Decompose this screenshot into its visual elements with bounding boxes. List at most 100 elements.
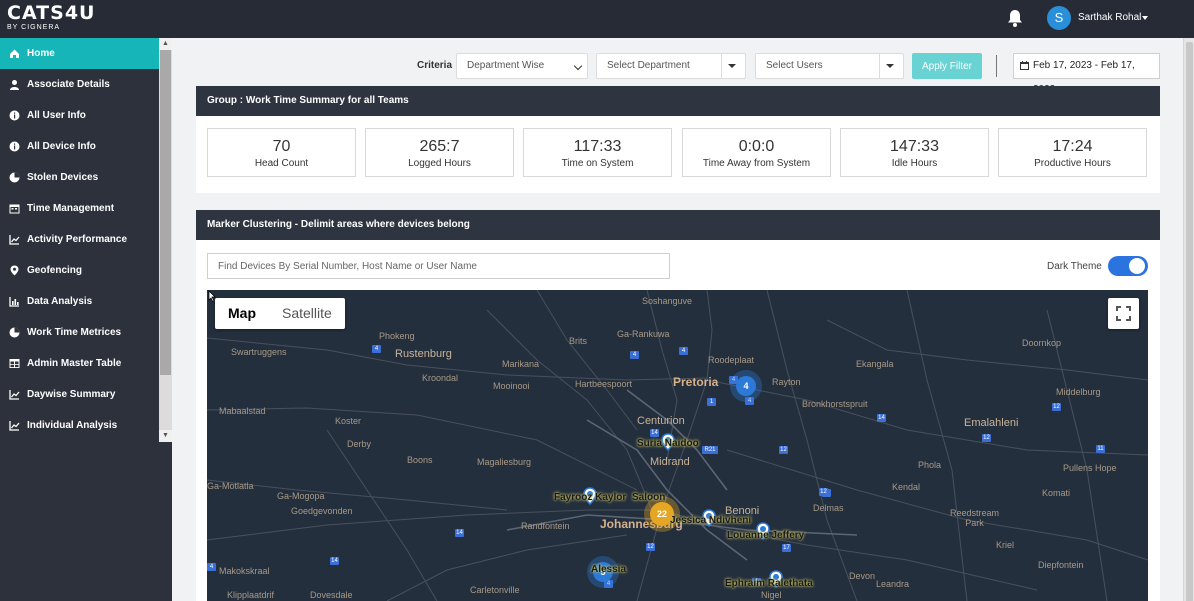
road-shield: R21 [702,446,718,454]
road-shield: 1 [707,398,716,406]
sidebar-item-all-device-info[interactable]: All Device Info [0,131,159,162]
road-shield: 14 [650,429,659,437]
map-place-label: Ga-Rankuwa [617,329,670,339]
chevron-down-icon[interactable] [1142,16,1148,20]
scroll-up-icon[interactable]: ▲ [159,38,172,50]
map-place-label: Nigel [761,590,782,600]
sidebar-item-home[interactable]: Home [0,38,159,69]
sidebar-item-label: Home [27,48,55,59]
marker-label: Fayrooz Kaylor [554,492,627,503]
map-place-label: Emalahleni [964,417,1019,429]
map-place-label: Diepfontein [1038,560,1084,570]
road-shield: 14 [330,557,339,565]
sidebar-item-work-time-metrices[interactable]: Work Time Metrices [0,317,159,348]
map-place-label: Kriel [996,540,1015,550]
stat-value: 70 [272,138,291,155]
marker-label: Alessia [591,564,627,575]
stat-label: Time Away from System [702,158,811,169]
fullscreen-icon [1116,306,1131,321]
stat-value: 117:33 [573,138,622,155]
map-place-label: Kendal [892,482,921,492]
divider [996,55,997,77]
sidebar-item-data-analysis[interactable]: Data Analysis [0,286,159,317]
sidebar: ▲ ▼ Home Associate Details All User Info Al… [0,38,172,601]
page-scrollbar[interactable] [1183,38,1194,601]
sidebar-item-daywise-summary[interactable]: Daywise Summary [0,379,159,410]
map-place-label: Reedstream Park [949,508,1000,528]
department-select[interactable]: Select Department [596,53,746,79]
road-shield: 12 [819,488,828,496]
home-icon [10,49,19,58]
map-place-label: Ga-Mogopa [277,491,325,501]
sidebar-item-individual-analysis[interactable]: Individual Analysis [0,410,159,441]
users-select[interactable]: Select Users [755,53,904,79]
map-panel-title: Marker Clustering - Delimit areas where … [196,210,1160,240]
toggle-knob [1129,258,1145,274]
road-shield: 4 [630,351,639,359]
scroll-down-icon[interactable]: ▼ [159,430,172,442]
bell-icon[interactable] [1005,8,1025,28]
map-place-label: Soshanguve [642,296,693,306]
map-place-label: Delmas [813,503,844,513]
sidebar-item-stolen-devices[interactable]: Stolen Devices [0,162,159,193]
stat-card: 0:0:0 Time Away from System [682,128,831,177]
map-place-label: Hartbeespoort [575,379,633,389]
road-shield: 11 [1096,445,1105,453]
logo[interactable]: CATS4U BY CIGNERA [7,4,95,32]
page-scroll-thumb[interactable] [1186,42,1193,601]
tab-map[interactable]: Map [215,298,269,329]
marker-cluster[interactable]: 4 [736,376,756,396]
line-chart-icon [9,235,20,245]
marker-label: Ephraim Ralethata [725,578,813,589]
sidebar-item-all-user-info[interactable]: All User Info [0,100,159,131]
pie-icon [9,172,20,183]
stat-card: 147:33 Idle Hours [840,128,989,177]
info-icon [9,110,20,121]
dark-theme-toggle[interactable] [1108,256,1148,276]
sidebar-item-geofencing[interactable]: Geofencing [0,255,159,286]
user-name[interactable]: Sarthak Rohal [1078,12,1141,23]
map-place-label: Ga-Motlatla [207,481,254,491]
sidebar-item-label: Stolen Devices [27,172,99,183]
dark-theme-label: Dark Theme [1047,261,1102,272]
device-search-input[interactable] [207,253,670,279]
sidebar-item-label: Geofencing [27,265,83,276]
sidebar-scroll-thumb[interactable] [160,50,171,375]
pie-icon [9,327,20,338]
map-place-label: Rayton [772,377,801,387]
dropdown-toggle[interactable] [879,54,903,78]
sidebar-item-label: Activity Performance [27,234,128,245]
marker-label: Jessica Ndivheni [670,515,752,526]
fullscreen-button[interactable] [1108,298,1139,329]
map-pin-icon [10,265,19,276]
dropdown-toggle[interactable] [721,54,745,78]
avatar[interactable]: S [1047,6,1071,30]
road-shield: 17 [782,544,791,552]
calendar-icon [1020,61,1029,70]
sidebar-item-associate-details[interactable]: Associate Details [0,69,159,100]
stat-card: 17:24 Productive Hours [998,128,1147,177]
criteria-select[interactable]: Department Wise [456,53,588,79]
sidebar-item-time-management[interactable]: Time Management [0,193,159,224]
map-place-label: Phola [918,460,942,470]
sidebar-item-label: Time Management [27,203,115,214]
tab-satellite[interactable]: Satellite [269,298,345,329]
stat-value: 265:7 [419,138,460,155]
top-bar: CATS4U BY CIGNERA S Sarthak Rohal [0,0,1194,38]
map-place-label: Goedgevonden [291,506,353,516]
map-place-label: Ekangala [856,359,894,369]
map-view[interactable]: Map Satellite Soshanguve Phokeng Ga-Rankuw… [207,290,1148,601]
apply-filter-button[interactable]: Apply Filter [912,53,982,79]
sidebar-item-admin-master-table[interactable]: Admin Master Table [0,348,159,379]
map-place-label: Midrand [650,456,690,468]
stat-label: Time on System [561,158,634,169]
sidebar-item-activity-performance[interactable]: Activity Performance [0,224,159,255]
map-place-label: Magaliesburg [477,457,532,467]
marker-label: Louanne Jeffery [727,530,805,541]
date-range-picker[interactable]: Feb 17, 2023 - Feb 17, 2023 [1013,53,1160,95]
map-place-label: Klipplaatdrif [227,590,275,600]
map-place-label: Boons [407,455,433,465]
sidebar-item-label: All User Info [27,110,86,121]
info-icon [9,141,20,152]
map-place-label: Roodeplaat [708,355,755,365]
